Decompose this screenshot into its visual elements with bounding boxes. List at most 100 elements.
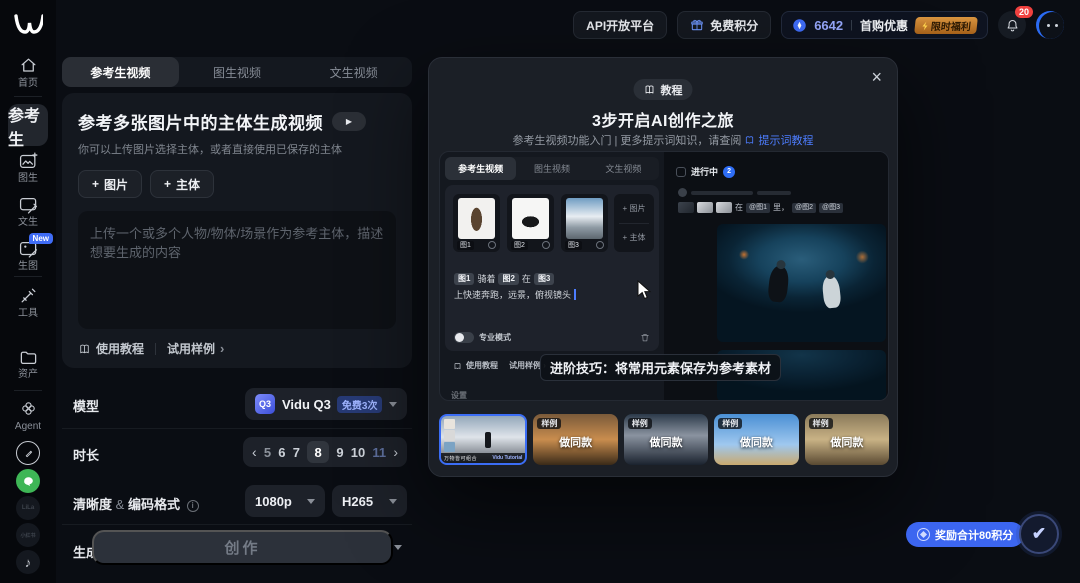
free-credits-button[interactable]: 免费积分 [677,11,771,39]
quality-select[interactable]: 1080p [245,485,325,517]
codec-value: H265 [342,494,373,509]
sidebar-item-agent[interactable]: Agent [0,399,56,432]
tab-reference-video[interactable]: 参考生视频 [62,57,179,87]
duration-option[interactable]: 9 [336,445,343,460]
duration-option-selected[interactable]: 8 [307,441,329,463]
mini-tabs: 参考生视频 图生视频 文生视频 [445,157,659,180]
sidebar-item-label: 工具 [18,308,38,319]
sidebar-item-label: 参考生 [8,102,48,150]
duration-option[interactable]: 11 [372,445,386,460]
mini-thumb-2: 图2 [507,194,554,252]
sample-card[interactable]: 样例 做同款 [624,414,708,465]
try-sample-link[interactable]: 试用样例 › [167,340,224,357]
notification-count: 20 [1015,6,1033,18]
card-caption-bar: 万物皆可组合 Vidu Tutorial [441,453,525,463]
mini-tab-image-video: 图生视频 [516,157,587,180]
rider-figure [485,432,491,448]
chevron-down-icon [307,499,315,504]
duration-prev-arrow[interactable]: ‹ [252,444,257,460]
info-icon[interactable]: i [187,500,199,512]
mini-tab-reference-video: 参考生视频 [445,157,516,180]
sidebar-item-label: 图生 [18,173,38,184]
agent-icon [19,399,38,418]
duration-option[interactable]: 7 [293,445,300,460]
lili-icon[interactable]: LiLa [16,496,40,520]
prompt-tutorial-link[interactable]: 提示词教程 [759,135,814,147]
quality-value: 1080p [255,494,292,509]
checkin-button[interactable]: ✔ [1019,514,1059,554]
settings-divider [62,428,412,429]
codec-select[interactable]: H265 [332,485,407,517]
notification-bell[interactable]: 20 [998,11,1026,39]
mini-token-row: 在 @图1 里， @图2 @图3 [678,202,843,213]
mini-prompt: 图1 骑着 图2 在 图3 上快速奔跑，远景，俯视镜头 [454,272,650,301]
vidu-logo-icon[interactable] [13,12,43,38]
avatar[interactable] [1036,11,1064,39]
model-icon: Q3 [255,394,275,414]
thumb-strip [444,419,455,452]
duration-next-arrow[interactable]: › [393,444,398,460]
sidebar-item-image-gen[interactable]: 图生 [0,152,56,184]
sidebar-item-assets[interactable]: 资产 [0,348,56,380]
duration-option[interactable]: 10 [351,445,365,460]
sidebar-item-home[interactable]: 首页 [0,56,56,89]
prompt-input[interactable] [78,211,396,329]
add-subject-button[interactable]: +主体 [150,170,214,198]
reward-label: 奖励合计80积分 [935,527,1013,543]
duration-selector: ‹ 5 6 7 8 9 10 11 › [243,437,407,467]
landscape-image [566,198,603,239]
mini-settings-label: 设置 [451,390,467,401]
crop-icon [488,241,496,249]
app-root: 首页 参考生 图生 文生 New 生图 工具 资产 [0,0,1080,583]
add-image-button[interactable]: +图片 [78,170,142,198]
credit-coin-icon [792,18,807,33]
sidebar-item-tools[interactable]: 工具 [0,286,56,319]
sidebar-item-text-gen[interactable]: 文生 [0,196,56,228]
first-purchase-label: 首购优惠 [860,17,908,34]
sample-card[interactable]: 样例 做同款 [533,414,617,465]
sample-card-tutorial[interactable]: 万物皆可组合 Vidu Tutorial [439,414,527,465]
create-button[interactable]: 创作 [92,530,393,565]
sample-card[interactable]: 样例 做同款 [714,414,798,465]
credits-pill[interactable]: 6642 | 首购优惠 限时福利 [781,11,988,39]
tab-image-video[interactable]: 图生视频 [179,57,296,87]
trash-icon [640,332,650,343]
duration-option[interactable]: 6 [278,445,285,460]
coin-icon [917,528,930,541]
tools-icon [19,286,38,305]
pro-mode-toggle [454,332,474,343]
folder-icon [19,348,38,366]
xiaohongshu-icon[interactable]: 小红书 [16,523,40,547]
tab-text-video[interactable]: 文生视频 [295,57,412,87]
page-subtitle: 你可以上传图片选择主体，或者直接使用已保存的主体 [78,141,396,157]
duration-option[interactable]: 5 [264,445,271,460]
chevron-down-icon[interactable] [394,545,402,550]
feedback-icon[interactable] [16,441,40,465]
tutorial-screenshot: 参考生视频 图生视频 文生视频 图1 图2 [439,151,889,401]
limited-offer-badge: 限时福利 [914,17,978,34]
new-badge: New [29,233,53,244]
play-tutorial-button[interactable]: ▶ [332,112,366,131]
api-platform-button[interactable]: API开放平台 [573,11,667,39]
douyin-icon[interactable]: ♪ [16,550,40,574]
mini-progress-row: 进行中 2 [676,165,735,178]
close-icon[interactable]: × [871,67,882,88]
pro-mode-label: 专业模式 [479,332,511,343]
mouse-cursor [637,280,652,300]
home-icon [19,56,38,75]
video-pencil-icon [19,196,38,214]
sidebar-item-image-create[interactable]: New 生图 [0,240,56,272]
tutorial-link[interactable]: 使用教程 [78,340,144,357]
sidebar-item-reference-gen[interactable]: 参考生 [8,104,48,146]
horse-image [512,198,549,239]
checkbox-icon [676,167,686,177]
composer-card: 参考多张图片中的主体生成视频 ▶ 你可以上传图片选择主体，或者直接使用已保存的主… [62,93,412,368]
lightning-icon [920,20,929,30]
sample-card[interactable]: 样例 做同款 [805,414,889,465]
black-diver-figure [768,266,791,304]
model-select[interactable]: Q3 Vidu Q3 免费3次 [245,388,407,420]
sidebar-divider [14,96,42,97]
book-icon [744,135,755,145]
wechat-icon[interactable] [16,469,40,493]
sidebar-item-label: 生图 [18,261,38,272]
